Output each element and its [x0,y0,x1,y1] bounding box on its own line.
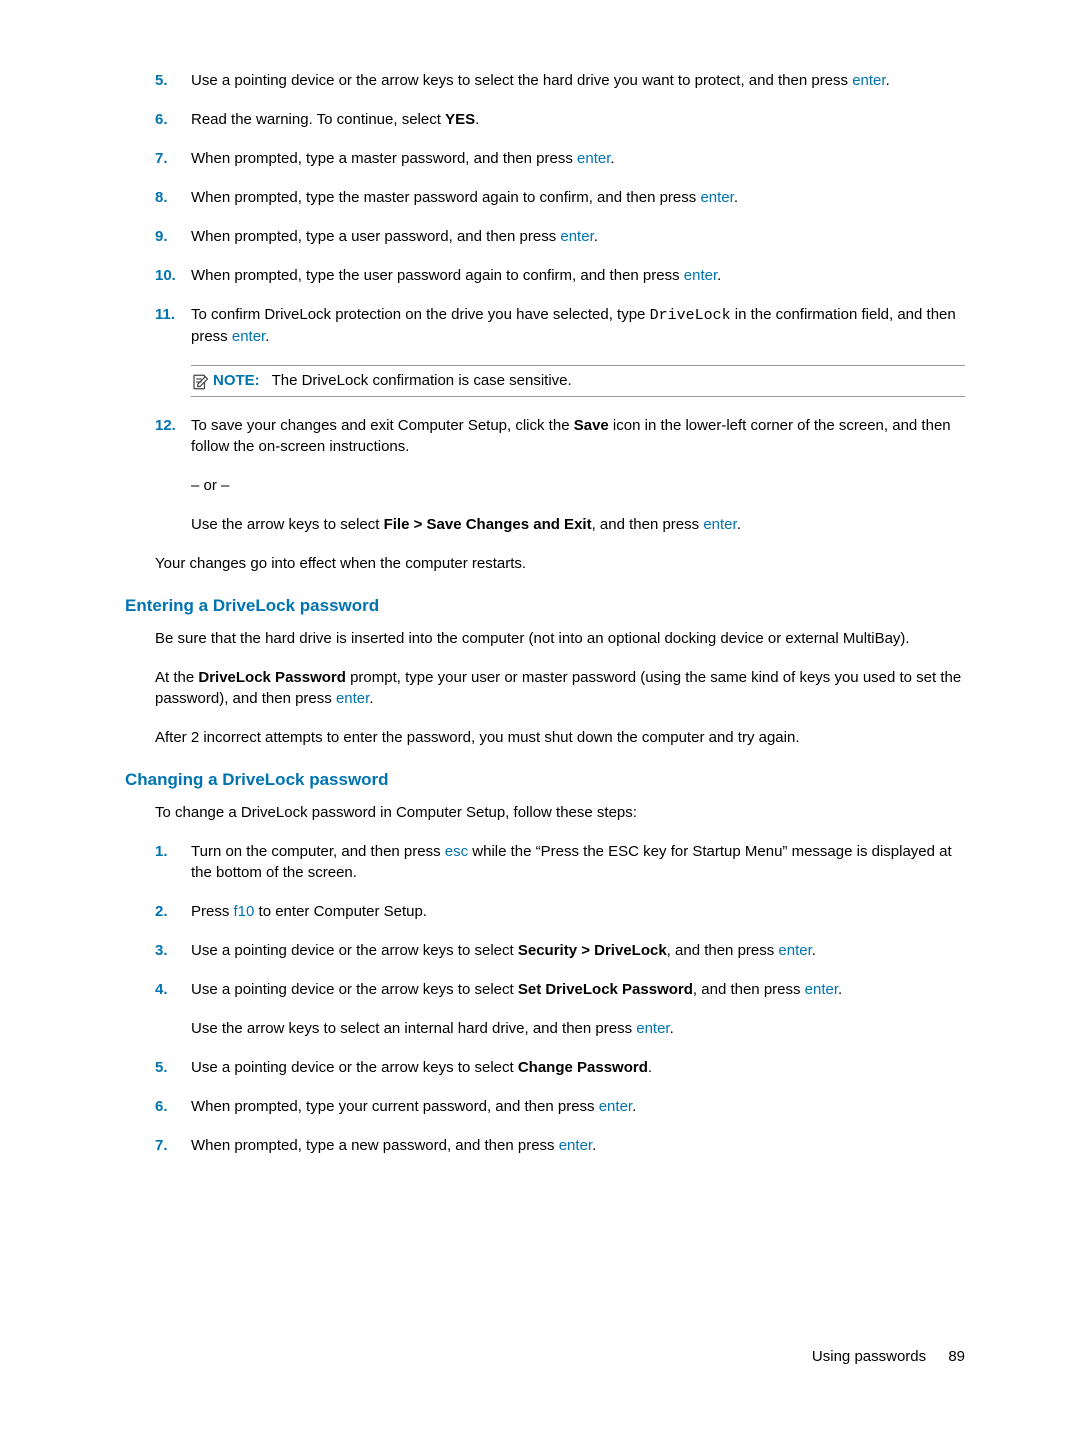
step-number: 9. [155,226,191,247]
list-item: 10.When prompted, type the user password… [155,265,965,286]
step-number: 2. [155,901,191,922]
step-number: 1. [155,841,191,883]
list-item: 6.When prompted, type your current passw… [155,1096,965,1117]
step-body: Use a pointing device or the arrow keys … [191,940,965,961]
bold-text: YES [445,111,475,128]
step-number: 6. [155,1096,191,1117]
step-number: 5. [155,1057,191,1078]
steps-top-list: 5.Use a pointing device or the arrow key… [155,70,965,347]
step-number: 7. [155,148,191,169]
step-number: 4. [155,979,191,1000]
step-12-alt: Use the arrow keys to select File > Save… [191,514,965,535]
list-item: 7.When prompted, type a master password,… [155,148,965,169]
bold-text: Change Password [518,1059,648,1076]
list-item: 5.Use a pointing device or the arrow key… [155,1057,965,1078]
page-footer: Using passwords 89 [812,1348,965,1365]
step-body: To confirm DriveLock protection on the d… [191,304,965,347]
list-item: 8.When prompted, type the master passwor… [155,187,965,208]
note-icon [191,373,209,391]
key-text: esc [445,843,468,860]
change-intro: To change a DriveLock password in Comput… [155,802,965,823]
step-number: 5. [155,70,191,91]
list-item: 1.Turn on the computer, and then press e… [155,841,965,883]
list-item: 7.When prompted, type a new password, an… [155,1135,965,1156]
key-text: enter [636,1020,669,1037]
bold-text: Save [574,417,609,434]
footer-page: 89 [948,1348,965,1365]
step-body: Turn on the computer, and then press esc… [191,841,965,883]
key-text: enter [805,981,838,998]
steps-change-list: 1.Turn on the computer, and then press e… [155,841,965,1156]
step-body: Read the warning. To continue, select YE… [191,109,965,130]
note-text: The DriveLock confirmation is case sensi… [272,372,572,389]
note-label: NOTE: [213,372,260,389]
key-text: enter [559,1137,592,1154]
mono-text: DriveLock [650,307,731,324]
key-text: enter [232,328,265,345]
step-number: 12. [155,415,191,457]
key-text: enter [560,228,593,245]
step-sub: Use the arrow keys to select an internal… [191,1018,965,1039]
section-title-entering: Entering a DriveLock password [125,596,965,616]
step-12-list: 12. To save your changes and exit Comput… [155,415,965,457]
step-body: Use a pointing device or the arrow keys … [191,1057,965,1078]
step-number: 7. [155,1135,191,1156]
list-item: 6.Read the warning. To continue, select … [155,109,965,130]
step-body: Use a pointing device or the arrow keys … [191,979,965,1000]
list-item: 9.When prompted, type a user password, a… [155,226,965,247]
section-title-changing: Changing a DriveLock password [125,770,965,790]
enter-p3: After 2 incorrect attempts to enter the … [155,727,965,748]
step-body: When prompted, type your current passwor… [191,1096,965,1117]
key-text: enter [336,690,369,707]
enter-p1: Be sure that the hard drive is inserted … [155,628,965,649]
step-body: When prompted, type a master password, a… [191,148,965,169]
step-number: 3. [155,940,191,961]
bold-text: Security > DriveLock [518,942,667,959]
key-text: enter [852,72,885,89]
list-item: 4.Use a pointing device or the arrow key… [155,979,965,1000]
step-number: 6. [155,109,191,130]
key-text: enter [700,189,733,206]
restart-text: Your changes go into effect when the com… [155,553,965,574]
list-item: 2.Press f10 to enter Computer Setup. [155,901,965,922]
step-number: 8. [155,187,191,208]
list-item: 5.Use a pointing device or the arrow key… [155,70,965,91]
note-box: NOTE: The DriveLock confirmation is case… [191,365,965,397]
footer-text: Using passwords [812,1348,926,1365]
key-text: enter [577,150,610,167]
key-text: enter [778,942,811,959]
or-text: – or – [191,475,965,496]
step-number: 10. [155,265,191,286]
enter-p2: At the DriveLock Password prompt, type y… [155,667,965,709]
key-text: enter [599,1098,632,1115]
step-body: When prompted, type the user password ag… [191,265,965,286]
key-text: enter [684,267,717,284]
step-body: Press f10 to enter Computer Setup. [191,901,965,922]
key-text: enter [703,516,736,533]
step-body: When prompted, type a user password, and… [191,226,965,247]
list-item: 11.To confirm DriveLock protection on th… [155,304,965,347]
step-body: When prompted, type the master password … [191,187,965,208]
list-item: 3.Use a pointing device or the arrow key… [155,940,965,961]
step-body: Use a pointing device or the arrow keys … [191,70,965,91]
bold-text: DriveLock Password [198,669,346,686]
key-text: f10 [234,903,255,920]
bold-text: File > Save Changes and Exit [384,516,592,533]
step-number: 11. [155,304,191,347]
step-12-body: To save your changes and exit Computer S… [191,415,965,457]
bold-text: Set DriveLock Password [518,981,693,998]
step-body: When prompted, type a new password, and … [191,1135,965,1156]
